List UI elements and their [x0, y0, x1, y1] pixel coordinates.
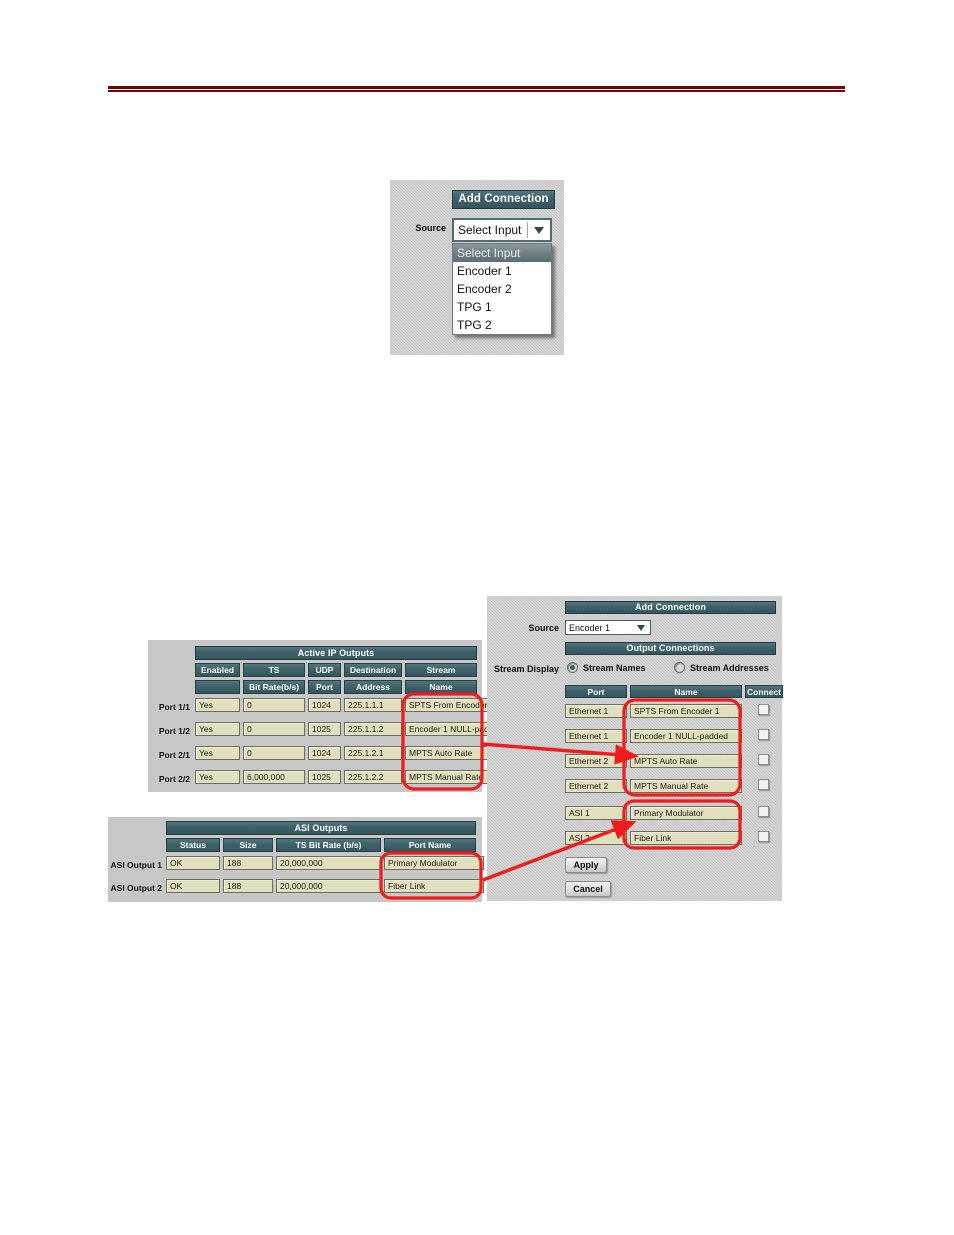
asi-status-field[interactable]: OK [166, 856, 220, 870]
asi-size-field[interactable]: 188 [223, 879, 273, 893]
conn-connect-checkbox[interactable] [758, 779, 769, 790]
ip-header-destination: Destination [344, 663, 402, 677]
panel-source-select[interactable]: Encoder 1 [565, 620, 651, 635]
ip-header-port: Port [308, 680, 341, 694]
asi-port-name-field[interactable]: Fiber Link [384, 879, 484, 893]
conn-header-port: Port [565, 685, 627, 698]
ip-address-field[interactable]: 225.1.2.1 [344, 746, 402, 760]
asi-status-field[interactable]: OK [166, 879, 220, 893]
ip-address-field[interactable]: 225.1.1.2 [344, 722, 402, 736]
cancel-button[interactable]: Cancel [565, 881, 611, 897]
conn-connect-checkbox[interactable] [758, 704, 769, 715]
asi-port-name-field[interactable]: Primary Modulator [384, 856, 484, 870]
source-option-encoder-1[interactable]: Encoder 1 [453, 262, 551, 280]
ip-header-blank [195, 680, 240, 694]
table-row-label: Port 2/2 [158, 774, 190, 784]
conn-header-connect: Connect [745, 685, 783, 698]
page-header-rule [108, 86, 845, 92]
conn-port-field[interactable]: Ethernet 1 [565, 729, 627, 743]
ip-header-enabled: Enabled [195, 663, 240, 677]
panel-add-connection-title: Add Connection [565, 601, 776, 614]
add-connection-title-bar: Add Connection [452, 190, 555, 209]
panel-source-label: Source [528, 623, 559, 633]
ip-enabled-field[interactable]: Yes [195, 770, 240, 784]
conn-port-field[interactable]: ASI 2 [565, 831, 627, 845]
table-row-label: ASI Output 1 [110, 860, 162, 870]
source-select[interactable]: Select Input [452, 218, 552, 242]
table-row-label: Port 1/2 [158, 726, 190, 736]
header-rule-thin [108, 90, 845, 92]
conn-connect-checkbox[interactable] [758, 831, 769, 842]
ip-udp-port-field[interactable]: 1024 [308, 698, 341, 712]
asi-header-port-name: Port Name [384, 838, 476, 852]
ip-header-stream: Stream [405, 663, 477, 677]
ip-header-udp: UDP [308, 663, 341, 677]
source-select-option-list[interactable]: Select Input Encoder 1 Encoder 2 TPG 1 T… [452, 243, 552, 335]
apply-button[interactable]: Apply [565, 857, 607, 873]
conn-name-field[interactable]: SPTS From Encoder 1 [630, 704, 742, 718]
ip-bitrate-field[interactable]: 6,000,000 [243, 770, 305, 784]
table-row-label: Port 1/1 [158, 702, 190, 712]
asi-bitrate-field[interactable]: 20,000,000 [276, 879, 381, 893]
ip-address-field[interactable]: 225.1.2.2 [344, 770, 402, 784]
radio-stream-names-label: Stream Names [583, 662, 646, 673]
asi-bitrate-field[interactable]: 20,000,000 [276, 856, 381, 870]
radio-icon-unselected[interactable] [674, 662, 685, 673]
conn-name-field[interactable]: MPTS Auto Rate [630, 754, 742, 768]
ip-header-name: Name [405, 680, 477, 694]
table-row-label: Port 2/1 [158, 750, 190, 760]
asi-header-status: Status [166, 838, 220, 852]
conn-header-name: Name [630, 685, 742, 698]
panel-source-select-value: Encoder 1 [569, 622, 611, 633]
conn-name-field[interactable]: Primary Modulator [630, 806, 742, 820]
source-option-select-input[interactable]: Select Input [453, 244, 551, 262]
radio-stream-addresses[interactable]: Stream Addresses [674, 662, 769, 673]
ip-enabled-field[interactable]: Yes [195, 698, 240, 712]
ip-header-bitrate: Bit Rate(b/s) [243, 680, 305, 694]
conn-connect-checkbox[interactable] [758, 806, 769, 817]
ip-bitrate-field[interactable]: 0 [243, 698, 305, 712]
radio-icon-selected[interactable] [567, 662, 578, 673]
asi-outputs-table: ASI Outputs Status Size TS Bit Rate (b/s… [108, 817, 484, 902]
source-option-encoder-2[interactable]: Encoder 2 [453, 280, 551, 298]
active-ip-outputs-title: Active IP Outputs [195, 646, 477, 660]
asi-size-field[interactable]: 188 [223, 856, 273, 870]
output-connections-title: Output Connections [565, 642, 776, 655]
radio-stream-names[interactable]: Stream Names [567, 662, 646, 673]
conn-port-field[interactable]: Ethernet 2 [565, 779, 627, 793]
source-option-tpg-2[interactable]: TPG 2 [453, 316, 551, 334]
ip-enabled-field[interactable]: Yes [195, 722, 240, 736]
conn-connect-checkbox[interactable] [758, 729, 769, 740]
chevron-down-icon[interactable] [633, 624, 650, 631]
stream-display-label: Stream Display [493, 664, 559, 674]
ip-bitrate-field[interactable]: 0 [243, 746, 305, 760]
active-ip-outputs-table: Active IP Outputs Enabled TS UDP Destina… [148, 640, 506, 792]
conn-port-field[interactable]: Ethernet 2 [565, 754, 627, 768]
radio-stream-addresses-label: Stream Addresses [690, 662, 769, 673]
ip-udp-port-field[interactable]: 1024 [308, 746, 341, 760]
source-select-value: Select Input [458, 223, 522, 237]
ip-udp-port-field[interactable]: 1025 [308, 770, 341, 784]
conn-name-field[interactable]: Encoder 1 NULL-padded [630, 729, 742, 743]
conn-port-field[interactable]: Ethernet 1 [565, 704, 627, 718]
asi-header-size: Size [223, 838, 273, 852]
conn-port-field[interactable]: ASI 1 [565, 806, 627, 820]
ip-bitrate-field[interactable]: 0 [243, 722, 305, 736]
ip-header-address: Address [344, 680, 402, 694]
ip-header-ts: TS [243, 663, 305, 677]
source-label: Source [415, 223, 446, 233]
conn-name-field[interactable]: Fiber Link [630, 831, 742, 845]
table-row-label: ASI Output 2 [110, 883, 162, 893]
asi-header-ts-bit-rate: TS Bit Rate (b/s) [276, 838, 381, 852]
ip-address-field[interactable]: 225.1.1.1 [344, 698, 402, 712]
add-connection-dropdown-figure: Add Connection Source Select Input Selec… [390, 180, 564, 355]
connection-config-panel: Add Connection Source Encoder 1 Output C… [487, 596, 783, 901]
asi-outputs-title: ASI Outputs [166, 821, 476, 835]
chevron-down-icon[interactable] [528, 226, 550, 234]
conn-name-field[interactable]: MPTS Manual Rate [630, 779, 742, 793]
source-option-tpg-1[interactable]: TPG 1 [453, 298, 551, 316]
ip-enabled-field[interactable]: Yes [195, 746, 240, 760]
conn-connect-checkbox[interactable] [758, 754, 769, 765]
ip-udp-port-field[interactable]: 1025 [308, 722, 341, 736]
